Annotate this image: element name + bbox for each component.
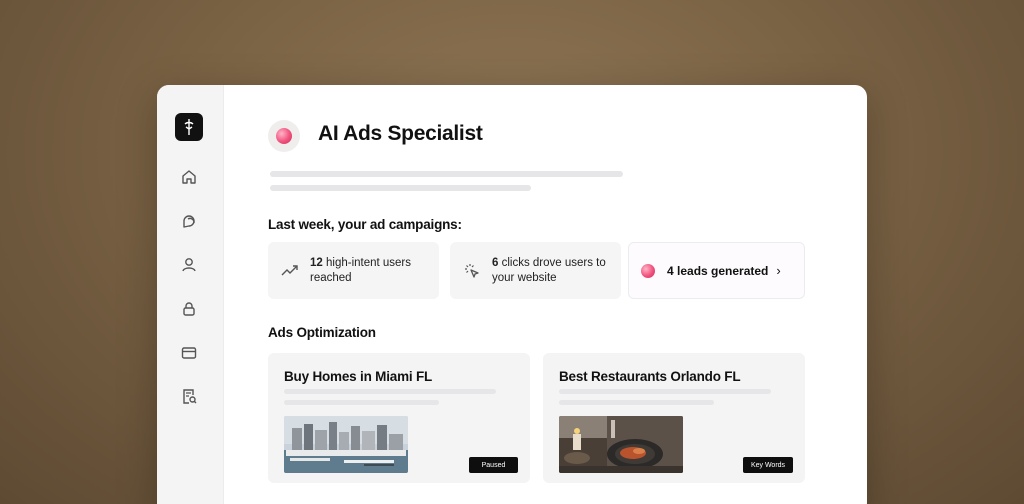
ad-card[interactable]: Best Restaurants Orlando FL Key Words xyxy=(543,353,805,483)
orb-icon xyxy=(276,128,292,144)
page-title: AI Ads Specialist xyxy=(318,122,483,145)
user-icon[interactable] xyxy=(179,255,199,275)
chevron-right-icon: › xyxy=(776,263,781,278)
ad-card-image xyxy=(559,416,683,473)
orb-icon xyxy=(641,263,655,278)
status-badge[interactable]: Paused xyxy=(469,457,518,473)
leads-generated-button[interactable]: 4 leads generated › xyxy=(628,242,805,299)
home-icon[interactable] xyxy=(179,167,199,187)
chat-icon[interactable] xyxy=(179,211,199,231)
stat-users-reached: 12 high-intent users reached xyxy=(268,242,439,299)
skeleton-line xyxy=(270,171,623,177)
stat-text: 12 high-intent users reached xyxy=(310,256,412,284)
cursor-click-icon xyxy=(465,263,479,278)
logo-icon[interactable] xyxy=(175,113,203,141)
lock-icon[interactable] xyxy=(179,299,199,319)
skeleton-line xyxy=(284,389,496,394)
skeleton-line xyxy=(559,389,771,394)
trending-up-icon xyxy=(281,264,298,275)
leads-label: 4 leads generated xyxy=(667,263,769,278)
keywords-badge[interactable]: Key Words xyxy=(743,457,793,473)
ad-card[interactable]: Buy Homes in Miami FL Paused xyxy=(268,353,530,483)
skeleton-line xyxy=(270,185,531,191)
skeleton-line xyxy=(284,400,439,405)
report-search-icon[interactable] xyxy=(179,386,199,406)
stat-clicks: 6 clicks drove users to your website xyxy=(450,242,621,299)
stat-text: 6 clicks drove users to your website xyxy=(492,256,606,284)
optimization-heading: Ads Optimization xyxy=(268,325,376,340)
ad-card-image xyxy=(284,416,408,473)
app-window: AI Ads Specialist Last week, your ad cam… xyxy=(157,85,867,504)
skeleton-line xyxy=(559,400,714,405)
summary-heading: Last week, your ad campaigns: xyxy=(268,217,462,232)
card-icon[interactable] xyxy=(179,343,199,363)
ad-card-title: Best Restaurants Orlando FL xyxy=(559,369,741,384)
main-content: AI Ads Specialist Last week, your ad cam… xyxy=(224,85,867,504)
assistant-avatar xyxy=(268,120,300,152)
ad-card-title: Buy Homes in Miami FL xyxy=(284,369,433,384)
sidebar xyxy=(157,85,224,504)
